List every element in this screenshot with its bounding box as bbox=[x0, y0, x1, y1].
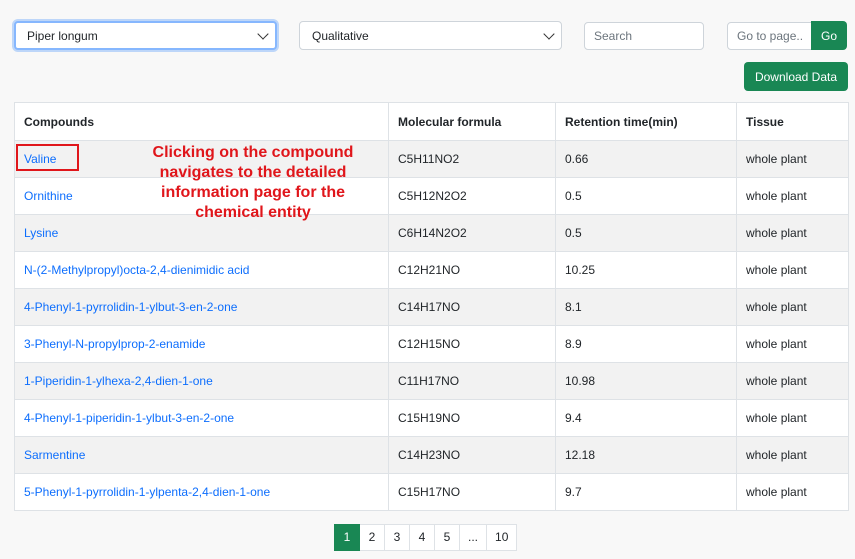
compound-link[interactable]: 4-Phenyl-1-piperidin-1-ylbut-3-en-2-one bbox=[24, 411, 234, 425]
retention-time-cell: 0.66 bbox=[555, 140, 737, 178]
table-row: 1-Piperidin-1-ylhexa-2,4-dien-1-one C11H… bbox=[14, 362, 849, 400]
column-header-tissue: Tissue bbox=[736, 102, 849, 141]
retention-time-cell: 9.4 bbox=[555, 399, 737, 437]
page-button-2[interactable]: 2 bbox=[359, 524, 385, 551]
retention-time-cell: 9.7 bbox=[555, 473, 737, 511]
compound-link[interactable]: Sarmentine bbox=[24, 448, 85, 462]
compound-link[interactable]: 1-Piperidin-1-ylhexa-2,4-dien-1-one bbox=[24, 374, 213, 388]
formula-cell: C12H21NO bbox=[388, 251, 556, 289]
table-row: 4-Phenyl-1-pyrrolidin-1-ylbut-3-en-2-one… bbox=[14, 288, 849, 326]
page-ellipsis: ... bbox=[459, 524, 488, 551]
tissue-cell: whole plant bbox=[736, 473, 849, 511]
goto-page-input[interactable] bbox=[727, 22, 813, 50]
tissue-cell: whole plant bbox=[736, 399, 849, 437]
page-button-3[interactable]: 3 bbox=[384, 524, 410, 551]
retention-time-cell: 8.1 bbox=[555, 288, 737, 326]
formula-cell: C14H23NO bbox=[388, 436, 556, 474]
retention-time-cell: 10.98 bbox=[555, 362, 737, 400]
compound-link[interactable]: 4-Phenyl-1-pyrrolidin-1-ylbut-3-en-2-one bbox=[24, 300, 237, 314]
page-button-1[interactable]: 1 bbox=[334, 524, 360, 551]
formula-cell: C12H15NO bbox=[388, 325, 556, 363]
tissue-cell: whole plant bbox=[736, 362, 849, 400]
tissue-cell: whole plant bbox=[736, 436, 849, 474]
table-row: N-(2-Methylpropyl)octa-2,4-dienimidic ac… bbox=[14, 251, 849, 289]
table-row: 5-Phenyl-1-pyrrolidin-1-ylpenta-2,4-dien… bbox=[14, 473, 849, 511]
formula-cell: C15H19NO bbox=[388, 399, 556, 437]
compound-link[interactable]: Ornithine bbox=[24, 189, 73, 203]
formula-cell: C5H12N2O2 bbox=[388, 177, 556, 215]
analysis-type-value: Qualitative bbox=[312, 29, 369, 43]
table-header-row: Compounds Molecular formula Retention ti… bbox=[14, 102, 849, 141]
page-button-4[interactable]: 4 bbox=[409, 524, 435, 551]
retention-time-cell: 0.5 bbox=[555, 214, 737, 252]
table-row: 4-Phenyl-1-piperidin-1-ylbut-3-en-2-one … bbox=[14, 399, 849, 437]
compound-link[interactable]: 3-Phenyl-N-propylprop-2-enamide bbox=[24, 337, 205, 351]
table-row: Sarmentine C14H23NO 12.18 whole plant bbox=[14, 436, 849, 474]
compound-cell: 5-Phenyl-1-pyrrolidin-1-ylpenta-2,4-dien… bbox=[14, 473, 389, 511]
table-row: 3-Phenyl-N-propylprop-2-enamide C12H15NO… bbox=[14, 325, 849, 363]
formula-cell: C15H17NO bbox=[388, 473, 556, 511]
tissue-cell: whole plant bbox=[736, 251, 849, 289]
chevron-down-icon bbox=[257, 27, 269, 40]
tissue-cell: whole plant bbox=[736, 177, 849, 215]
tissue-cell: whole plant bbox=[736, 214, 849, 252]
page-button-10[interactable]: 10 bbox=[486, 524, 518, 551]
filter-toolbar: Piper longum Qualitative Go Download Dat… bbox=[0, 0, 855, 100]
pagination: 1 2 3 4 5 ... 10 bbox=[334, 524, 518, 551]
formula-cell: C14H17NO bbox=[388, 288, 556, 326]
column-header-retention-time: Retention time(min) bbox=[555, 102, 737, 141]
compound-cell: 4-Phenyl-1-pyrrolidin-1-ylbut-3-en-2-one bbox=[14, 288, 389, 326]
compound-link[interactable]: Lysine bbox=[24, 226, 58, 240]
page-button-5[interactable]: 5 bbox=[434, 524, 460, 551]
formula-cell: C11H17NO bbox=[388, 362, 556, 400]
formula-cell: C5H11NO2 bbox=[388, 140, 556, 178]
analysis-type-select[interactable]: Qualitative bbox=[299, 21, 562, 50]
go-button[interactable]: Go bbox=[811, 21, 847, 50]
tissue-cell: whole plant bbox=[736, 288, 849, 326]
retention-time-cell: 8.9 bbox=[555, 325, 737, 363]
formula-cell: C6H14N2O2 bbox=[388, 214, 556, 252]
compound-cell: Sarmentine bbox=[14, 436, 389, 474]
annotation-text: Clicking on the compound navigates to th… bbox=[152, 144, 354, 221]
retention-time-cell: 10.25 bbox=[555, 251, 737, 289]
retention-time-cell: 12.18 bbox=[555, 436, 737, 474]
retention-time-cell: 0.5 bbox=[555, 177, 737, 215]
download-data-button[interactable]: Download Data bbox=[744, 62, 848, 91]
compound-cell: 1-Piperidin-1-ylhexa-2,4-dien-1-one bbox=[14, 362, 389, 400]
chevron-down-icon bbox=[543, 27, 555, 40]
tissue-cell: whole plant bbox=[736, 325, 849, 363]
compound-cell: 3-Phenyl-N-propylprop-2-enamide bbox=[14, 325, 389, 363]
column-header-compounds: Compounds bbox=[14, 102, 389, 141]
species-select[interactable]: Piper longum bbox=[14, 21, 277, 50]
compound-cell: N-(2-Methylpropyl)octa-2,4-dienimidic ac… bbox=[14, 251, 389, 289]
column-header-molecular-formula: Molecular formula bbox=[388, 102, 556, 141]
tissue-cell: whole plant bbox=[736, 140, 849, 178]
compound-cell: 4-Phenyl-1-piperidin-1-ylbut-3-en-2-one bbox=[14, 399, 389, 437]
species-select-value: Piper longum bbox=[27, 29, 98, 43]
compound-link[interactable]: N-(2-Methylpropyl)octa-2,4-dienimidic ac… bbox=[24, 263, 249, 277]
search-input[interactable] bbox=[584, 22, 704, 50]
compound-link[interactable]: 5-Phenyl-1-pyrrolidin-1-ylpenta-2,4-dien… bbox=[24, 485, 270, 499]
compound-link[interactable]: Valine bbox=[24, 152, 56, 166]
